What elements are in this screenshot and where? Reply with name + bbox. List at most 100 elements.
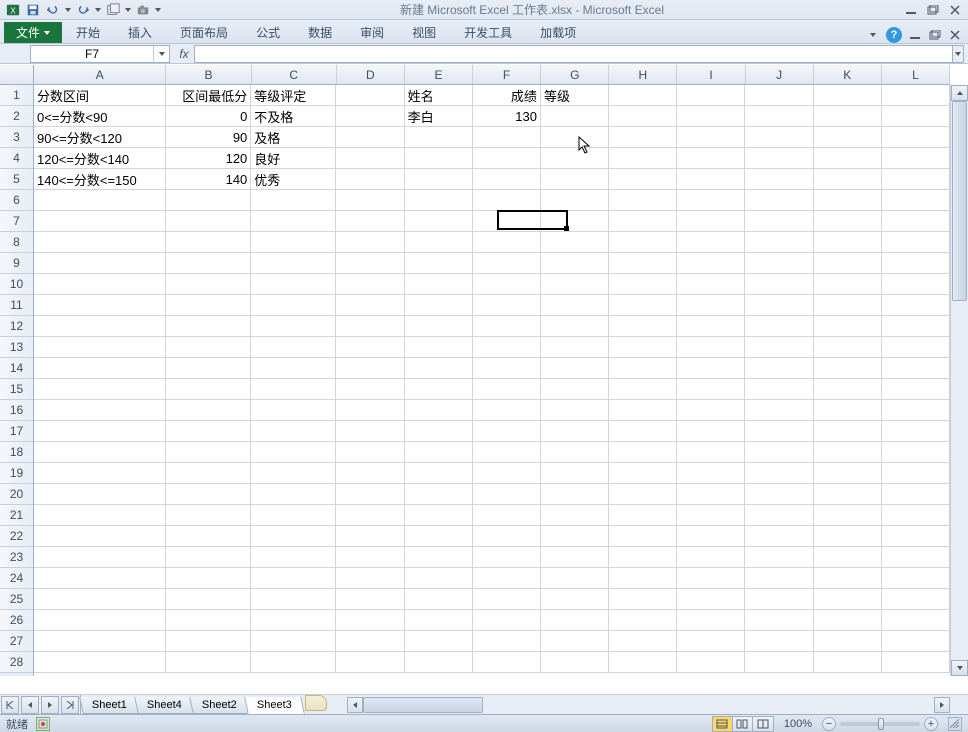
cell-G26[interactable]: [541, 610, 609, 630]
cell-G11[interactable]: [541, 295, 609, 315]
cell-E23[interactable]: [405, 547, 473, 567]
qat-dd-1[interactable]: [124, 8, 132, 12]
col-header-F[interactable]: F: [473, 65, 541, 84]
cell-E8[interactable]: [405, 232, 473, 252]
cell-I14[interactable]: [677, 358, 745, 378]
cell-I22[interactable]: [677, 526, 745, 546]
cell-B24[interactable]: [166, 568, 251, 588]
ribbon-tab-5[interactable]: 审阅: [346, 22, 398, 43]
cell-A28[interactable]: [34, 652, 166, 672]
cell-K21[interactable]: [814, 505, 882, 525]
cell-D3[interactable]: [336, 127, 404, 147]
cell-E24[interactable]: [405, 568, 473, 588]
col-header-L[interactable]: L: [882, 65, 950, 84]
cell-E12[interactable]: [405, 316, 473, 336]
cell-B19[interactable]: [166, 463, 251, 483]
cell-L25[interactable]: [882, 589, 950, 609]
row-header-12[interactable]: 12: [0, 316, 33, 337]
cell-J7[interactable]: [745, 211, 813, 231]
cell-B14[interactable]: [166, 358, 251, 378]
qat-item-1[interactable]: [104, 2, 122, 18]
cell-D16[interactable]: [336, 400, 404, 420]
ribbon-tab-8[interactable]: 加载项: [526, 22, 590, 43]
cell-F25[interactable]: [473, 589, 541, 609]
cell-G3[interactable]: [541, 127, 609, 147]
cell-D5[interactable]: [336, 169, 404, 189]
cell-L9[interactable]: [882, 253, 950, 273]
cell-B13[interactable]: [166, 337, 251, 357]
cell-A1[interactable]: 分数区间: [34, 85, 166, 105]
cell-C6[interactable]: [251, 190, 336, 210]
cell-D20[interactable]: [336, 484, 404, 504]
cell-I18[interactable]: [677, 442, 745, 462]
resize-grip-icon[interactable]: [948, 717, 962, 731]
cell-B10[interactable]: [166, 274, 251, 294]
cell-J24[interactable]: [745, 568, 813, 588]
cell-D21[interactable]: [336, 505, 404, 525]
cell-H15[interactable]: [609, 379, 677, 399]
sheet-last-icon[interactable]: [61, 696, 79, 714]
cell-I1[interactable]: [677, 85, 745, 105]
cell-J12[interactable]: [745, 316, 813, 336]
row-header-22[interactable]: 22: [0, 526, 33, 547]
cell-E5[interactable]: [405, 169, 473, 189]
ribbon-tab-0[interactable]: 开始: [62, 22, 114, 43]
cell-C28[interactable]: [251, 652, 336, 672]
cell-G27[interactable]: [541, 631, 609, 651]
cell-C21[interactable]: [251, 505, 336, 525]
cell-L24[interactable]: [882, 568, 950, 588]
row-header-17[interactable]: 17: [0, 421, 33, 442]
name-box[interactable]: F7: [30, 45, 170, 63]
cell-E14[interactable]: [405, 358, 473, 378]
cell-L26[interactable]: [882, 610, 950, 630]
cell-I8[interactable]: [677, 232, 745, 252]
macro-record-icon[interactable]: [36, 717, 50, 731]
cell-J8[interactable]: [745, 232, 813, 252]
cell-F18[interactable]: [473, 442, 541, 462]
cell-D15[interactable]: [336, 379, 404, 399]
cell-I20[interactable]: [677, 484, 745, 504]
cell-A24[interactable]: [34, 568, 166, 588]
fx-icon[interactable]: fx: [174, 45, 194, 63]
cell-L11[interactable]: [882, 295, 950, 315]
cell-E11[interactable]: [405, 295, 473, 315]
col-header-D[interactable]: D: [337, 65, 405, 84]
cell-B26[interactable]: [166, 610, 251, 630]
cell-G13[interactable]: [541, 337, 609, 357]
cell-J23[interactable]: [745, 547, 813, 567]
cell-H7[interactable]: [609, 211, 677, 231]
cell-H11[interactable]: [609, 295, 677, 315]
cell-C18[interactable]: [251, 442, 336, 462]
cell-J25[interactable]: [745, 589, 813, 609]
cell-D14[interactable]: [336, 358, 404, 378]
zoom-in-icon[interactable]: +: [924, 717, 938, 731]
row-header-23[interactable]: 23: [0, 547, 33, 568]
cell-L10[interactable]: [882, 274, 950, 294]
page-break-view-icon[interactable]: [753, 717, 773, 731]
cell-F15[interactable]: [473, 379, 541, 399]
cell-I23[interactable]: [677, 547, 745, 567]
cell-L12[interactable]: [882, 316, 950, 336]
scroll-down-icon[interactable]: [951, 660, 968, 676]
cell-H22[interactable]: [609, 526, 677, 546]
cell-E2[interactable]: 李白: [405, 106, 473, 126]
cell-L19[interactable]: [882, 463, 950, 483]
cell-G24[interactable]: [541, 568, 609, 588]
hscroll-thumb[interactable]: [363, 697, 483, 713]
cell-K16[interactable]: [814, 400, 882, 420]
cell-I24[interactable]: [677, 568, 745, 588]
cell-L20[interactable]: [882, 484, 950, 504]
cell-C19[interactable]: [251, 463, 336, 483]
cell-E22[interactable]: [405, 526, 473, 546]
cell-K8[interactable]: [814, 232, 882, 252]
cell-F19[interactable]: [473, 463, 541, 483]
cell-C20[interactable]: [251, 484, 336, 504]
cell-H16[interactable]: [609, 400, 677, 420]
cell-G25[interactable]: [541, 589, 609, 609]
cell-E6[interactable]: [405, 190, 473, 210]
cell-K15[interactable]: [814, 379, 882, 399]
cell-K7[interactable]: [814, 211, 882, 231]
cell-F1[interactable]: 成绩: [473, 85, 541, 105]
cell-B12[interactable]: [166, 316, 251, 336]
cell-G2[interactable]: [541, 106, 609, 126]
